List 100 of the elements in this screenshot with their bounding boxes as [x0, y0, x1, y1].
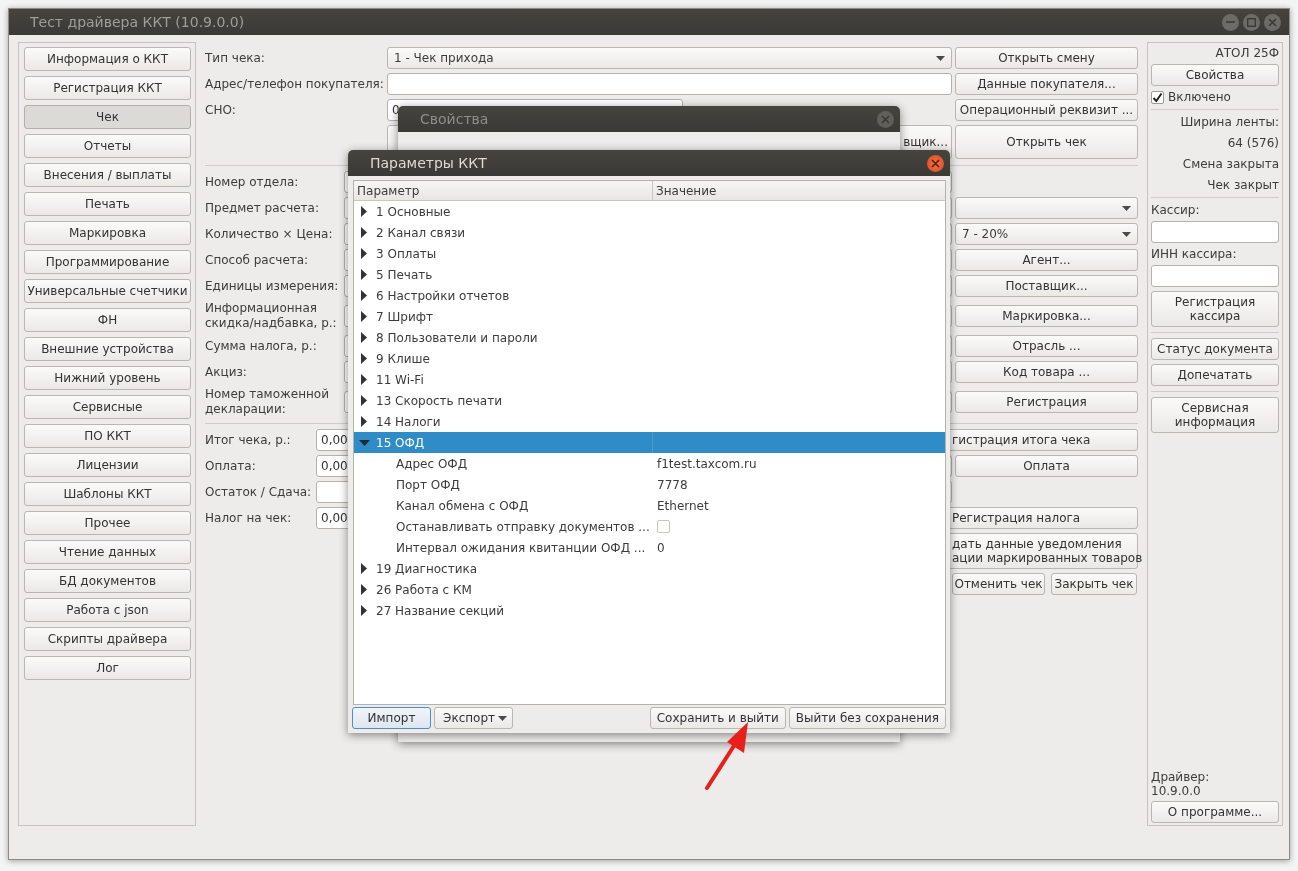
button[interactable]: Агент... — [955, 249, 1138, 271]
checkbox[interactable] — [657, 520, 670, 533]
status-text: Смена закрыта — [1181, 157, 1279, 171]
sidebar-item[interactable]: ФН — [24, 308, 191, 332]
tree-row[interactable]: Останавливать отправку документов ... — [354, 516, 945, 537]
form-label: Остаток / Сдача: — [205, 485, 313, 499]
tree-row[interactable]: Интервал ожидания квитанции ОФД ... 0 — [354, 537, 945, 558]
sidebar-item[interactable]: Чтение данных — [24, 540, 191, 564]
column-header[interactable]: Параметр — [354, 181, 653, 200]
field-label: Драйвер: — [1151, 770, 1211, 784]
button[interactable]: Данные покупателя... — [955, 73, 1138, 95]
button[interactable]: Статус документа — [1151, 338, 1279, 360]
dialog-button[interactable]: Сохранить и выйти — [649, 707, 786, 729]
tree-item-value: f1test.taxcom.ru — [657, 456, 757, 471]
sidebar-item[interactable]: Нижний уровень — [24, 366, 191, 390]
tree-item-label: 27 Название секций — [376, 603, 505, 618]
menu-button[interactable]: Экспорт — [434, 707, 513, 729]
dialog-title: Параметры ККТ — [370, 155, 488, 171]
maximize-button[interactable] — [1243, 13, 1260, 31]
button[interactable]: Маркировка... — [955, 305, 1138, 327]
dropdown[interactable]: 7 - 20% — [955, 223, 1138, 245]
sidebar-item[interactable]: Печать — [24, 192, 191, 216]
tree-row[interactable]: Канал обмена с ОФД Ethernet — [354, 495, 945, 516]
form-label: Способ расчета: — [205, 253, 310, 267]
sidebar-item[interactable]: ПО ККТ — [24, 424, 191, 448]
tree-row[interactable]: 15 ОФД — [354, 432, 945, 453]
dialog-button[interactable]: Импорт — [352, 707, 431, 729]
dropdown[interactable] — [955, 197, 1138, 219]
close-button[interactable] — [1264, 13, 1281, 31]
minimize-button[interactable] — [1222, 13, 1239, 31]
caret-icon — [1122, 205, 1131, 211]
caret-icon — [936, 55, 945, 61]
button[interactable]: О программе... — [1151, 801, 1279, 823]
tree-row[interactable]: 5 Печать — [354, 264, 945, 285]
button[interactable]: Сервисная информация — [1151, 397, 1279, 433]
button[interactable]: Открыть смену — [955, 47, 1138, 69]
sidebar-item[interactable]: Универсальные счетчики — [24, 279, 191, 303]
sidebar-item[interactable]: Лицензии — [24, 453, 191, 477]
sidebar-item[interactable]: Информация о ККТ — [24, 47, 191, 71]
tree-row[interactable]: 11 Wi-Fi — [354, 369, 945, 390]
sidebar-item[interactable]: Сервисные — [24, 395, 191, 419]
dropdown[interactable]: 1 - Чек прихода — [387, 47, 952, 69]
tree-row[interactable]: 13 Скорость печати — [354, 390, 945, 411]
status-text: 64 (576) — [1226, 136, 1279, 150]
window-title: Тест драйвера ККТ (10.9.0.0) — [30, 14, 246, 30]
button[interactable]: Код товара ... — [955, 361, 1138, 383]
sidebar-item[interactable]: Прочее — [24, 511, 191, 535]
button[interactable]: Отрасль ... — [955, 335, 1138, 357]
tree-row[interactable]: 7 Шрифт — [354, 306, 945, 327]
checkbox[interactable] — [1151, 90, 1164, 104]
button[interactable]: Операционный реквизит ... — [955, 99, 1138, 121]
sidebar-item[interactable]: Маркировка — [24, 221, 191, 245]
dialog-button[interactable]: Выйти без сохранения — [788, 707, 946, 729]
tree-item-value: Ethernet — [657, 498, 709, 513]
sidebar-item[interactable]: Шаблоны ККТ — [24, 482, 191, 506]
sidebar-item[interactable]: Чек — [24, 105, 191, 129]
button[interactable]: Регистрация — [955, 391, 1138, 413]
tree-item-label: 26 Работа с КМ — [376, 582, 472, 597]
tree-item-value: 7778 — [657, 477, 688, 492]
tree-row[interactable]: 2 Канал связи — [354, 222, 945, 243]
button[interactable]: Поставщик... — [955, 275, 1138, 297]
tree-item-label: Порт ОФД — [396, 477, 460, 492]
sidebar-item[interactable]: Скрипты драйвера — [24, 627, 191, 651]
form-label: Номер таможенной декларации: — [205, 387, 330, 417]
tree-row[interactable]: 1 Основные — [354, 201, 945, 222]
tree-row[interactable]: 8 Пользователи и пароли — [354, 327, 945, 348]
tree-row[interactable]: 14 Налоги — [354, 411, 945, 432]
sidebar-item[interactable]: Лог — [24, 656, 191, 680]
button[interactable]: Регистрация кассира — [1151, 291, 1279, 327]
button[interactable]: Оплата — [955, 455, 1138, 477]
input-field[interactable] — [1151, 265, 1279, 287]
tree-item-label: 1 Основные — [376, 204, 451, 219]
tree-row[interactable]: 27 Название секций — [354, 600, 945, 621]
button[interactable]: Допечатать — [1151, 364, 1279, 386]
tree-row[interactable]: 19 Диагностика — [354, 558, 945, 579]
sidebar-item[interactable]: Отчеты — [24, 134, 191, 158]
input-field[interactable] — [387, 73, 952, 95]
sidebar-item[interactable]: Внешние устройства — [24, 337, 191, 361]
sidebar-item[interactable]: БД документов — [24, 569, 191, 593]
tree-row[interactable]: Адрес ОФД f1test.taxcom.ru — [354, 453, 945, 474]
sidebar-item[interactable]: Регистрация ККТ — [24, 76, 191, 100]
tree-row[interactable]: 26 Работа с КМ — [354, 579, 945, 600]
tree-item-label: 3 Оплаты — [376, 246, 437, 261]
button[interactable]: Отменить чек — [952, 573, 1045, 595]
status-text: АТОЛ 25Ф — [1214, 46, 1279, 60]
tree-row[interactable]: 9 Клише — [354, 348, 945, 369]
close-button[interactable] — [927, 154, 944, 172]
tree-row[interactable]: Порт ОФД 7778 — [354, 474, 945, 495]
form-label: Единицы измерения: — [205, 279, 340, 293]
sidebar-item[interactable]: Внесения / выплаты — [24, 163, 191, 187]
button[interactable]: Свойства — [1151, 64, 1279, 86]
button[interactable]: Открыть чек — [955, 125, 1138, 159]
column-header[interactable]: Значение — [653, 181, 717, 200]
tree-row[interactable]: 3 Оплаты — [354, 243, 945, 264]
input-field[interactable] — [1151, 221, 1279, 243]
button[interactable]: Закрыть чек — [1051, 573, 1137, 595]
close-button[interactable] — [877, 110, 894, 128]
sidebar-item[interactable]: Работа с json — [24, 598, 191, 622]
tree-row[interactable]: 6 Настройки отчетов — [354, 285, 945, 306]
sidebar-item[interactable]: Программирование — [24, 250, 191, 274]
